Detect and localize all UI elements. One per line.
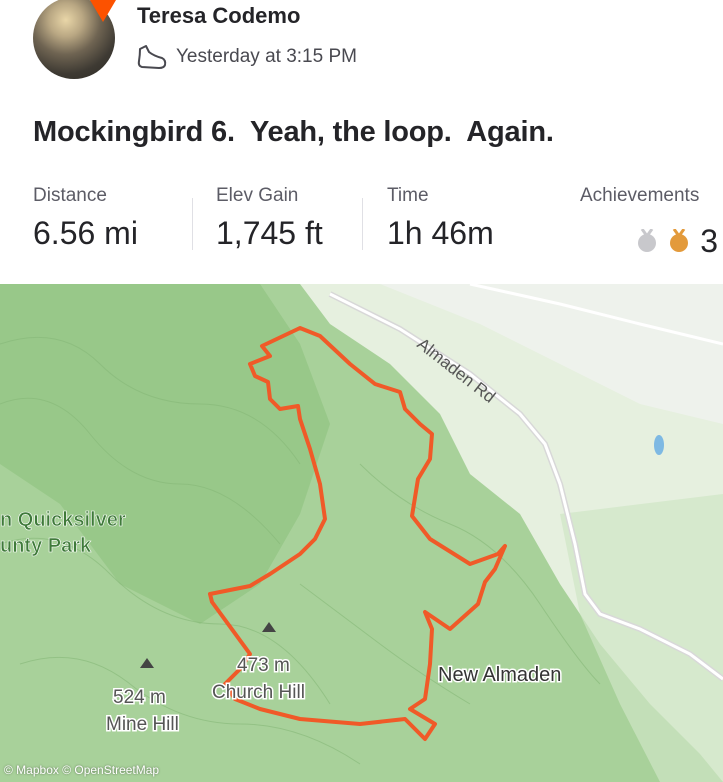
stat-value: 6.56 mi <box>33 215 138 251</box>
achievements-count: 3 <box>700 223 718 259</box>
park-label: n Quicksilver <box>0 509 126 531</box>
subscriber-badge-icon <box>90 0 116 22</box>
stat-label: Time <box>387 185 429 206</box>
water-pond <box>654 435 664 455</box>
stat-distance: Distance 6.56 mi <box>33 185 138 252</box>
achievements-row[interactable]: 3 <box>636 225 718 257</box>
map-attribution[interactable]: © Mapbox © OpenStreetMap <box>4 763 159 777</box>
peak-name-label: Church Hill <box>212 682 305 703</box>
peak-elevation-label: 473 m <box>237 655 290 676</box>
stat-time: Time 1h 46m <box>387 185 494 252</box>
peak-elevation-label: 524 m <box>113 687 166 708</box>
park-label: unty Park <box>0 535 92 557</box>
stat-divider <box>192 198 193 250</box>
activity-timestamp: Yesterday at 3:15 PM <box>176 46 357 67</box>
stat-label: Achievements <box>580 185 700 206</box>
stat-label: Elev Gain <box>216 185 299 206</box>
activity-header: Teresa Codemo Yesterday at 3:15 PM <box>0 0 723 100</box>
peak-name-label: Mine Hill <box>106 714 179 735</box>
route-map[interactable]: n Quicksilver unty Park Almaden Rd New A… <box>0 284 723 782</box>
activity-title[interactable]: Mockingbird 6. Yeah, the loop. Again. <box>33 116 554 149</box>
stat-value: 1h 46m <box>387 215 494 251</box>
map-canvas: n Quicksilver unty Park Almaden Rd New A… <box>0 284 723 782</box>
shoe-icon <box>137 45 167 69</box>
stat-divider <box>362 198 363 250</box>
town-label: New Almaden <box>438 664 561 686</box>
bronze-medal-icon <box>670 229 689 252</box>
stat-achievements[interactable]: Achievements <box>580 185 699 207</box>
stat-label: Distance <box>33 185 107 206</box>
stat-value: 1,745 ft <box>216 215 323 251</box>
athlete-name[interactable]: Teresa Codemo <box>137 3 300 29</box>
silver-medal-icon <box>638 229 657 252</box>
stat-elev-gain: Elev Gain 1,745 ft <box>216 185 323 252</box>
